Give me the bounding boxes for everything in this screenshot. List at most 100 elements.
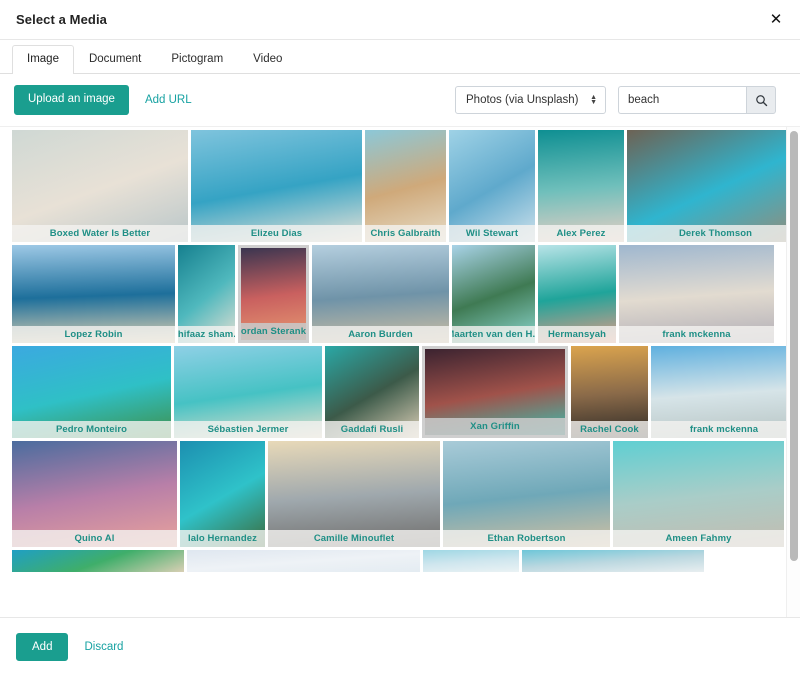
gallery-tile[interactable]: Elizeu Dias [191, 130, 362, 242]
gallery-tile-caption: Quino Al [12, 530, 177, 547]
gallery-scrollbar[interactable] [786, 127, 800, 617]
gallery-tile-image [423, 550, 519, 572]
tab-image[interactable]: Image [12, 45, 74, 74]
gallery-tile-caption: Elizeu Dias [191, 225, 362, 242]
gallery-tile[interactable] [522, 550, 704, 572]
source-select[interactable]: Photos (via Unsplash) [455, 86, 606, 114]
gallery-row: Lopez RobinShifaaz sham... Jordan Sterank… [12, 245, 786, 343]
gallery-tile-caption: Rachel Cook [571, 421, 648, 438]
gallery-tile-caption: Maarten van den H... [452, 326, 535, 343]
gallery-tile-caption: frank mckenna [651, 421, 786, 438]
gallery-tile[interactable]: Boxed Water Is Better [12, 130, 188, 242]
gallery-tile-image: Chris Galbraith [365, 130, 446, 242]
gallery-tile[interactable]: Rachel Cook [571, 346, 648, 438]
gallery-tile[interactable]: Ethan Robertson [443, 441, 610, 547]
gallery-tile-caption: Ialo Hernandez [180, 530, 265, 547]
search-icon[interactable] [746, 86, 776, 114]
gallery-tile-image: Ameen Fahmy [613, 441, 784, 547]
gallery-tile-image: Hermansyah [538, 245, 616, 343]
discard-button[interactable]: Discard [84, 641, 123, 653]
gallery-tile-caption: Alex Perez [538, 225, 624, 242]
gallery-tile[interactable]: Maarten van den H... [452, 245, 535, 343]
gallery-tile-image: frank mckenna [619, 245, 774, 343]
gallery-tile-caption: Gaddafi Rusli [325, 421, 419, 438]
gallery-tile-image: Pedro Monteiro [12, 346, 171, 438]
gallery-tile-image: frank mckenna [651, 346, 786, 438]
gallery-row: Pedro MonteiroSébastien JermerGaddafi Ru… [12, 346, 786, 438]
media-gallery[interactable]: Boxed Water Is BetterElizeu DiasChris Ga… [0, 127, 786, 617]
gallery-tile-caption: Camille Minouflet [268, 530, 440, 547]
add-url-link[interactable]: Add URL [145, 94, 192, 106]
gallery-tile-caption: Boxed Water Is Better [12, 225, 188, 242]
source-select-wrapper: Photos (via Unsplash) ▲▼ [455, 86, 606, 114]
gallery-tile-image: Aaron Burden [312, 245, 449, 343]
gallery-tile-image: Lopez Robin [12, 245, 175, 343]
gallery-tile[interactable]: Derek Thomson [627, 130, 786, 242]
gallery-tile[interactable] [423, 550, 519, 572]
modal-header: Select a Media ✕ [0, 0, 800, 40]
gallery-tile-caption: Derek Thomson [627, 225, 786, 242]
gallery-tile-image: Xan Griffin [425, 349, 565, 435]
gallery-tile[interactable]: Hermansyah [538, 245, 616, 343]
tab-document[interactable]: Document [74, 45, 156, 74]
tab-video[interactable]: Video [238, 45, 297, 74]
tab-pictogram[interactable]: Pictogram [156, 45, 238, 74]
gallery-tile-caption: frank mckenna [619, 326, 774, 343]
gallery-tile[interactable]: Shifaaz sham... [178, 245, 235, 343]
gallery-tile-image: Jordan Steranka [241, 248, 306, 340]
gallery-tile-image: Elizeu Dias [191, 130, 362, 242]
upload-image-button[interactable]: Upload an image [14, 85, 129, 115]
gallery-tile-image: Camille Minouflet [268, 441, 440, 547]
gallery-scrollbar-thumb[interactable] [790, 131, 798, 561]
gallery-tile-caption: Xan Griffin [425, 418, 565, 435]
tab-bar: Image Document Pictogram Video [0, 40, 800, 74]
close-icon[interactable]: ✕ [766, 10, 786, 30]
toolbar-right-group: Photos (via Unsplash) ▲▼ [455, 86, 776, 114]
gallery-tile-caption: Chris Galbraith [365, 225, 446, 242]
gallery-tile-image: Sébastien Jermer [174, 346, 322, 438]
gallery-tile[interactable]: Gaddafi Rusli [325, 346, 419, 438]
gallery-tile[interactable]: Lopez Robin [12, 245, 175, 343]
gallery-tile[interactable]: Xan Griffin [422, 346, 568, 438]
gallery-tile[interactable]: Wil Stewart [449, 130, 535, 242]
modal-footer: Add Discard [0, 617, 800, 675]
select-media-modal: Select a Media ✕ Image Document Pictogra… [0, 0, 800, 675]
page-title: Select a Media [16, 12, 107, 27]
gallery-tile[interactable]: Aaron Burden [312, 245, 449, 343]
gallery-row: Boxed Water Is BetterElizeu DiasChris Ga… [12, 130, 786, 242]
gallery-tile-caption: Hermansyah [538, 326, 616, 343]
gallery-tile[interactable]: frank mckenna [619, 245, 774, 343]
add-button[interactable]: Add [16, 633, 68, 661]
gallery-tile-image: Alex Perez [538, 130, 624, 242]
gallery-tile-image: Boxed Water Is Better [12, 130, 188, 242]
gallery-tile-image [522, 550, 704, 572]
gallery-tile[interactable] [12, 550, 184, 572]
media-toolbar: Upload an image Add URL Photos (via Unsp… [0, 74, 800, 126]
gallery-tile-caption: Jordan Steranka [241, 323, 306, 340]
gallery-tile[interactable] [187, 550, 420, 572]
gallery-tile[interactable]: Pedro Monteiro [12, 346, 171, 438]
gallery-tile[interactable]: Chris Galbraith [365, 130, 446, 242]
gallery-tile-image: Derek Thomson [627, 130, 786, 242]
gallery-tile[interactable]: frank mckenna [651, 346, 786, 438]
gallery-row [12, 550, 786, 572]
gallery-tile-caption: Ethan Robertson [443, 530, 610, 547]
gallery-tile-image: Maarten van den H... [452, 245, 535, 343]
gallery-tile[interactable]: Ameen Fahmy [613, 441, 784, 547]
gallery-tile[interactable]: Sébastien Jermer [174, 346, 322, 438]
gallery-tile-caption: Shifaaz sham... [178, 326, 235, 343]
gallery-row: Quino AlIalo HernandezCamille MinoufletE… [12, 441, 786, 547]
gallery-tile-image: Ethan Robertson [443, 441, 610, 547]
gallery-tile-image: Quino Al [12, 441, 177, 547]
gallery-tile-caption: Pedro Monteiro [12, 421, 171, 438]
media-gallery-container: Boxed Water Is BetterElizeu DiasChris Ga… [0, 126, 800, 617]
gallery-tile-caption: Sébastien Jermer [174, 421, 322, 438]
gallery-tile[interactable]: Jordan Steranka [238, 245, 309, 343]
gallery-tile[interactable]: Quino Al [12, 441, 177, 547]
gallery-tile[interactable]: Alex Perez [538, 130, 624, 242]
search-input[interactable] [618, 86, 746, 114]
gallery-tile[interactable]: Ialo Hernandez [180, 441, 265, 547]
search-group [618, 86, 776, 114]
gallery-tile-image [12, 550, 184, 572]
gallery-tile[interactable]: Camille Minouflet [268, 441, 440, 547]
